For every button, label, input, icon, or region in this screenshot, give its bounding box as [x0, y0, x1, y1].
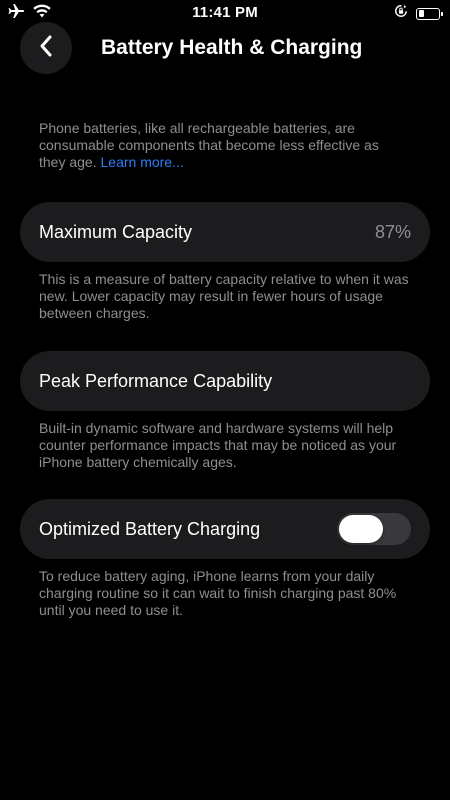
- optimized-charging-row: Optimized Battery Charging: [20, 499, 430, 559]
- learn-more-link[interactable]: Learn more...: [101, 154, 184, 170]
- status-time: 11:41 PM: [192, 4, 258, 21]
- orientation-lock-icon: [394, 4, 408, 23]
- toggle-knob: [339, 515, 383, 543]
- status-bar: 11:41 PM: [0, 0, 450, 26]
- maximum-capacity-row: Maximum Capacity 87%: [20, 202, 430, 262]
- peak-performance-description: Built-in dynamic software and hardware s…: [39, 420, 397, 470]
- intro-description: Phone batteries, like all rechargeable b…: [39, 120, 409, 171]
- chevron-left-icon: [39, 35, 53, 62]
- maximum-capacity-label: Maximum Capacity: [39, 221, 193, 242]
- back-button[interactable]: [20, 22, 72, 74]
- peak-performance-row[interactable]: Peak Performance Capability: [20, 351, 430, 411]
- maximum-capacity-value: 87%: [374, 221, 411, 242]
- optimized-charging-label: Optimized Battery Charging: [39, 518, 261, 539]
- intro-text: Phone batteries, like all rechargeable b…: [39, 120, 379, 170]
- battery-icon: [416, 7, 443, 20]
- maximum-capacity-description: This is a measure of battery capacity re…: [39, 271, 409, 321]
- page-title: Battery Health & Charging: [101, 36, 363, 59]
- battery-health-screen: 11:41 PM Battery Health & Charging Phone…: [0, 0, 450, 800]
- status-right: [394, 4, 443, 23]
- optimized-charging-description: To reduce battery aging, iPhone learns f…: [39, 568, 397, 618]
- optimized-charging-toggle[interactable]: [337, 513, 411, 545]
- peak-performance-label: Peak Performance Capability: [39, 370, 273, 391]
